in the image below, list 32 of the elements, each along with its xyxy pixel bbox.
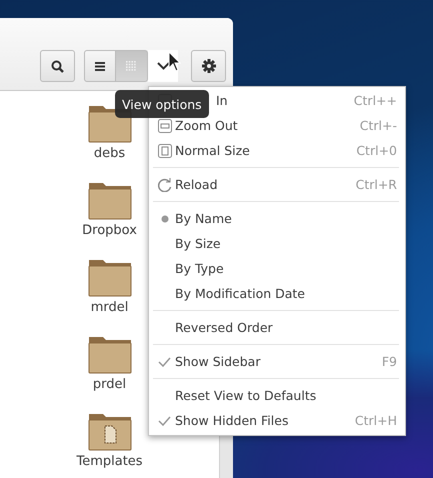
menu-item[interactable]: Normal Size Ctrl+0: [149, 138, 405, 163]
templates-folder-icon: [88, 411, 132, 451]
menu-item[interactable]: By Name: [149, 206, 405, 231]
file-name[interactable]: Dropbox: [82, 223, 137, 238]
search-icon: [50, 60, 64, 72]
reload-icon: [158, 178, 172, 192]
normal-size-icon: [158, 144, 172, 158]
file-name[interactable]: mrdel: [90, 300, 128, 315]
menu-item[interactable]: Show Hidden Files Ctrl+H: [149, 408, 405, 433]
menu-item[interactable]: Show Sidebar F9: [149, 349, 405, 374]
zoom-out-icon: [158, 118, 172, 132]
folder-icon: [88, 180, 132, 220]
folder-icon: [88, 257, 132, 297]
tooltip: View options: [115, 90, 209, 118]
file-name[interactable]: prdel: [92, 377, 126, 392]
search-button[interactable]: [40, 50, 75, 82]
chevron-down-icon: [156, 62, 170, 70]
menu-item[interactable]: Reversed Order: [149, 315, 405, 340]
gear-icon: [202, 59, 216, 73]
mouse-pointer-icon: [168, 51, 181, 72]
file-name[interactable]: debs: [94, 146, 126, 161]
menu-item[interactable]: Reset View to Defaults: [149, 383, 405, 408]
menu-item[interactable]: By Type: [149, 256, 405, 281]
menu-item[interactable]: By Modification Date: [149, 281, 405, 306]
settings-button[interactable]: [191, 50, 226, 82]
list-view-button[interactable]: [84, 50, 116, 82]
file-name[interactable]: Templates: [76, 454, 143, 469]
list-icon: [94, 62, 105, 70]
folder-icon: [88, 334, 132, 374]
grid-icon: [126, 61, 136, 71]
menu-item[interactable]: Reload Ctrl+R: [149, 172, 405, 197]
menu-item[interactable]: By Size: [149, 231, 405, 256]
